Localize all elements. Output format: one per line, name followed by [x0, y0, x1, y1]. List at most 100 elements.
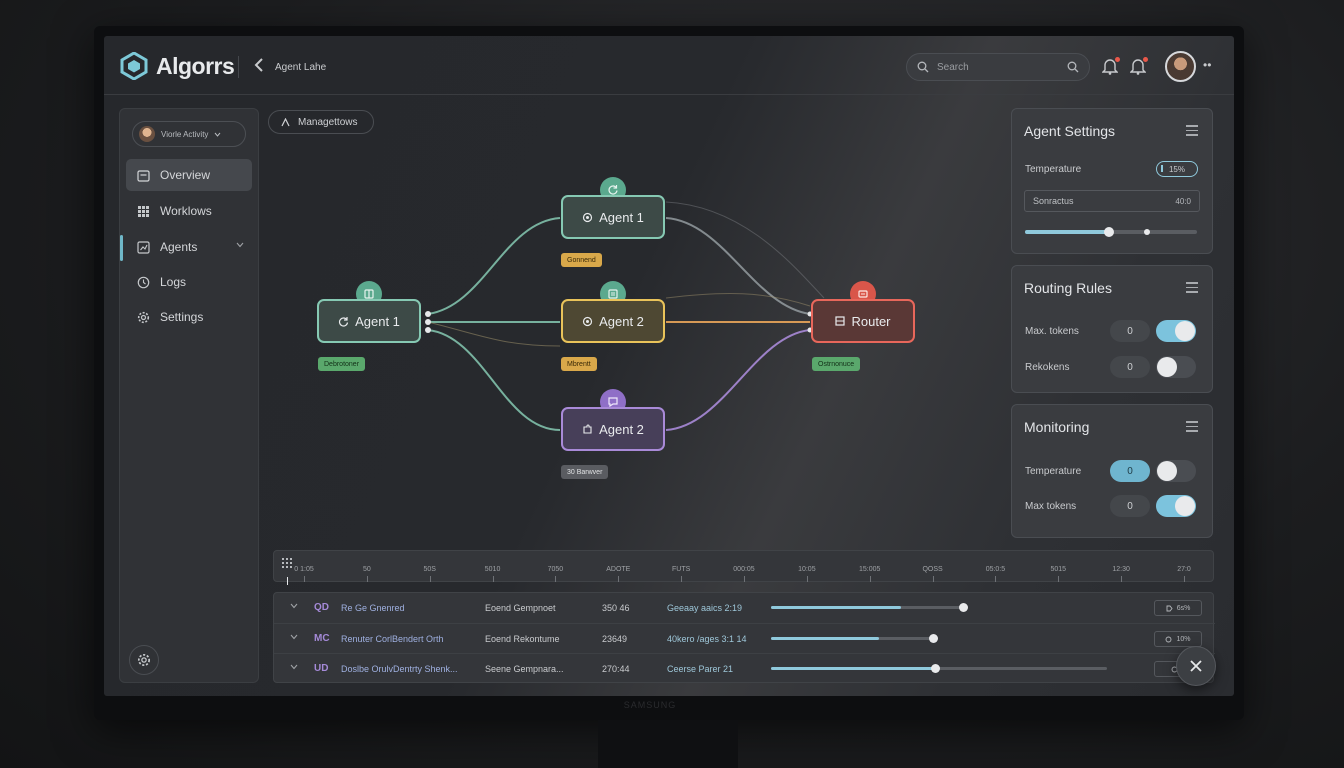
- row-action-label: 6s%: [1176, 604, 1191, 612]
- timeline-tick-mark: [429, 576, 431, 582]
- max-tokens-toggle[interactable]: [1156, 495, 1196, 517]
- target-icon: [582, 212, 593, 222]
- timeline-playhead[interactable]: [287, 577, 288, 585]
- timeline-tick-label: 5010: [484, 566, 501, 573]
- monitoring-row-label: Max tokens: [1025, 501, 1077, 512]
- node-agent-1[interactable]: Agent 1: [561, 195, 665, 239]
- temperature-value[interactable]: 0: [1110, 460, 1150, 482]
- router-icon: [835, 316, 846, 326]
- calendar-icon: [136, 169, 150, 182]
- slider-fill: [1025, 230, 1109, 234]
- sidebar-settings-button[interactable]: [129, 645, 159, 675]
- hamburger-menu-icon[interactable]: [1186, 125, 1198, 139]
- sidebar-item-logs[interactable]: Logs: [126, 266, 252, 298]
- timeline-tick-label: 0 1:05: [294, 566, 314, 573]
- notifications-bell-icon[interactable]: [1101, 57, 1120, 75]
- node-router[interactable]: Router: [811, 299, 915, 343]
- close-icon: [1190, 660, 1202, 672]
- header-divider-line: [104, 94, 1234, 95]
- sidebar-item-overview[interactable]: Overview: [126, 159, 252, 191]
- node-agent-2[interactable]: Agent 2: [561, 299, 665, 343]
- max-tokens-value[interactable]: 0: [1110, 495, 1150, 517]
- agent-settings-slider[interactable]: [1025, 227, 1197, 237]
- sidebar-item-label: Overview: [160, 168, 211, 182]
- node-label: Agent 1: [355, 313, 400, 329]
- max-tokens-toggle[interactable]: [1156, 320, 1196, 342]
- progress-knob[interactable]: [959, 603, 968, 612]
- chevron-down-icon[interactable]: [290, 664, 298, 670]
- row-task: Eoend Gempnoet: [485, 603, 556, 613]
- timeline-tick-label: 5015: [1050, 566, 1067, 573]
- temperature-input[interactable]: 15%: [1156, 161, 1198, 177]
- chevron-down-icon[interactable]: [290, 603, 298, 609]
- progress-knob[interactable]: [929, 634, 938, 643]
- row-name: Re Ge Gnenred: [341, 603, 405, 613]
- close-button[interactable]: [1176, 646, 1216, 686]
- chevron-down-icon[interactable]: [290, 634, 298, 640]
- row-progress-bar[interactable]: [771, 664, 1107, 673]
- search-input[interactable]: [937, 61, 1047, 73]
- row-progress-bar[interactable]: [771, 634, 938, 643]
- node-agent-2-alt[interactable]: Agent 2: [561, 407, 665, 451]
- table-row[interactable]: QD Re Ge Gnenred Eoend Gempnoet 350 46 G…: [274, 593, 1215, 623]
- row-progress-bar[interactable]: [771, 603, 968, 612]
- alerts-bell-icon[interactable]: [1129, 57, 1148, 75]
- row-id: QD: [314, 602, 329, 613]
- row-task: Seene Gempnara...: [485, 664, 564, 674]
- timeline-ruler[interactable]: 0 1:05 50 50S 5010 7050 ADOTE FUTS 000:05 10:05 1…: [273, 550, 1214, 585]
- node-agent-1-input[interactable]: Agent 1: [317, 299, 421, 343]
- clock-icon: [137, 276, 149, 288]
- breadcrumb[interactable]: Agent Lahe: [275, 62, 326, 73]
- sidebar-item-label: Agents: [160, 240, 198, 254]
- more-options-icon[interactable]: ••: [1203, 58, 1211, 72]
- header-divider: [238, 56, 239, 78]
- chevron-down-icon: [236, 242, 244, 248]
- puzzle-icon: [583, 423, 592, 434]
- table-row[interactable]: UD Doslbe OrulvDentrty Shenk... Seene Ge…: [274, 653, 1215, 683]
- routing-rules-panel: Routing Rules Max. tokens 0 Rekokens 0: [1011, 265, 1213, 393]
- slider-knob[interactable]: [1104, 227, 1114, 237]
- search-bar[interactable]: [906, 53, 1090, 81]
- rekokens-toggle[interactable]: [1156, 356, 1196, 378]
- user-avatar[interactable]: [1165, 51, 1196, 82]
- sidebar-item-settings[interactable]: Settings: [126, 301, 252, 333]
- timeline-tick-mark: [492, 576, 494, 582]
- max-tokens-value[interactable]: 0: [1110, 320, 1150, 342]
- routing-row-label: Rekokens: [1025, 362, 1070, 373]
- gear-icon: [137, 653, 151, 667]
- chart-icon: [136, 240, 150, 254]
- timeline-tick-mark: [932, 576, 934, 582]
- grid-icon[interactable]: [282, 558, 292, 571]
- row-action-button[interactable]: 6s%: [1154, 600, 1202, 616]
- slider-marker[interactable]: [1144, 229, 1150, 235]
- row-action-button[interactable]: 10%: [1154, 631, 1202, 647]
- hamburger-menu-icon[interactable]: [1186, 282, 1198, 296]
- node-status-tag: Mbrentt: [561, 357, 597, 371]
- workspace-selector[interactable]: Viorle Activity: [132, 121, 246, 147]
- runs-table: QD Re Ge Gnenred Eoend Gempnoet 350 46 G…: [273, 592, 1215, 683]
- table-row[interactable]: MC Renuter CorlBendert Orth Eoend Rekont…: [274, 623, 1215, 653]
- node-label: Agent 2: [599, 313, 644, 329]
- node-status-tag: 30 Barwver: [561, 465, 609, 479]
- row-time: 270:44: [602, 664, 630, 674]
- temperature-toggle[interactable]: [1156, 460, 1196, 482]
- workflow-chip[interactable]: Managettows: [268, 110, 374, 134]
- timeline-tick-mark: [618, 576, 620, 582]
- node-status-tag: Gonnend: [561, 253, 602, 267]
- hamburger-menu-icon[interactable]: [1186, 421, 1198, 435]
- sidebar-item-workflows[interactable]: Worklows: [126, 195, 252, 227]
- active-indicator: [120, 235, 123, 261]
- progress-fill: [771, 637, 879, 640]
- timeline-tick-mark: [995, 576, 997, 582]
- timeline-tick-mark: [1058, 576, 1060, 582]
- sonractus-field[interactable]: Sonractus 40:0: [1024, 190, 1200, 212]
- target-icon: [582, 316, 593, 326]
- back-button[interactable]: [254, 58, 268, 78]
- search-submit-icon[interactable]: [1067, 61, 1079, 73]
- rekokens-value[interactable]: 0: [1110, 356, 1150, 378]
- timeline-tick-label: 05:0:5: [985, 566, 1006, 573]
- grid-icon: [137, 205, 149, 217]
- sidebar-item-agents[interactable]: Agents: [126, 231, 252, 263]
- progress-knob[interactable]: [931, 664, 940, 673]
- app-logo[interactable]: Algorrs: [120, 52, 235, 80]
